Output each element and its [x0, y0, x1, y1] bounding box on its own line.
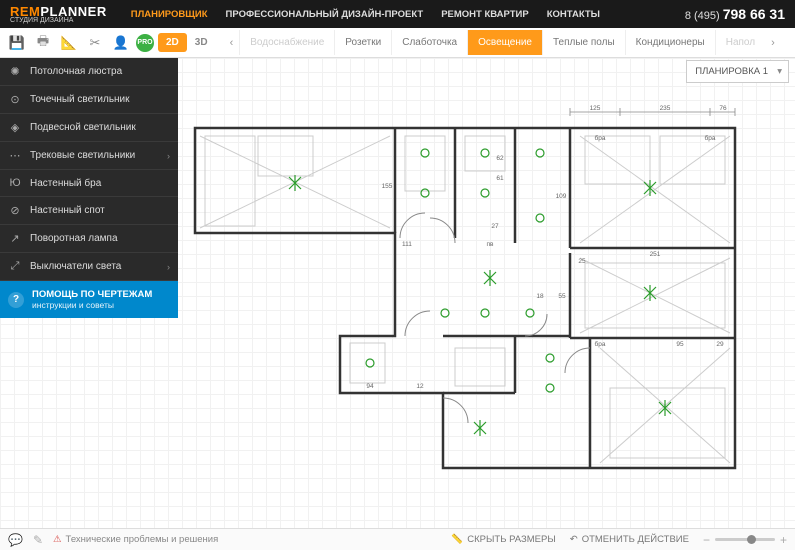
phone-number[interactable]: 8 (495)798 66 31	[685, 6, 785, 22]
view-2d-button[interactable]: 2D	[158, 33, 187, 52]
svg-text:95: 95	[676, 341, 684, 348]
svg-text:61: 61	[496, 175, 504, 182]
view-3d-button[interactable]: 3D	[187, 33, 216, 52]
layer-tabs: ‹ Водоснабжение Розетки Слаботочка Освещ…	[224, 30, 789, 55]
tool-track-lights[interactable]: ⋯ Трековые светильники ›	[0, 142, 178, 170]
zoom-out-icon[interactable]: −	[703, 533, 710, 547]
svg-text:55: 55	[558, 293, 566, 300]
zoom-control: − +	[703, 533, 787, 547]
chat-icon[interactable]: 💬	[8, 533, 23, 547]
svg-text:94: 94	[366, 383, 374, 390]
svg-text:бра: бра	[595, 134, 606, 142]
nav-planner[interactable]: ПЛАНИРОВЩИК	[131, 9, 208, 20]
switch-icon: ⤢	[8, 260, 22, 273]
help-title: ПОМОЩЬ ПО ЧЕРТЕЖАМ	[32, 289, 152, 300]
tool-sidebar: ✺Потолочная люстра ⊙Точечный светильник …	[0, 58, 178, 318]
svg-text:пв: пв	[487, 241, 495, 248]
tool-label: Выключатели света	[30, 261, 121, 272]
toolbar: 💾 🖶 📐 ✂ 👤 PRO 2D 3D ‹ Водоснабжение Розе…	[0, 28, 795, 58]
svg-text:27: 27	[491, 223, 499, 230]
pendant-icon: ◈	[8, 121, 22, 134]
layer-tab-lowcurrent[interactable]: Слаботочка	[391, 30, 467, 55]
svg-text:25: 25	[578, 258, 586, 265]
tool-pendant[interactable]: ◈ Подвесной светильник	[0, 114, 178, 142]
ceiling-lamp-icon: ✺	[8, 65, 22, 78]
pro-badge[interactable]: PRO	[136, 34, 154, 52]
tool-label: Настенный спот	[30, 205, 105, 216]
svg-text:бра: бра	[705, 134, 716, 142]
layer-tab-lighting[interactable]: Освещение	[467, 30, 542, 55]
layer-prev-icon[interactable]: ‹	[224, 37, 240, 49]
spot-light-icon: ⊙	[8, 93, 22, 106]
tool-label: Подвесной светильник	[30, 122, 136, 133]
view-toggle: 2D 3D	[158, 33, 216, 52]
hide-sizes-button[interactable]: 📏СКРЫТЬ РАЗМЕРЫ	[451, 534, 555, 545]
status-bar: 💬 ✎ ⚠Технические проблемы и решения 📏СКР…	[0, 528, 795, 550]
tool-rotating-lamp[interactable]: ↗ Поворотная лампа	[0, 225, 178, 253]
svg-text:бра: бра	[595, 340, 606, 348]
zoom-thumb[interactable]	[747, 535, 756, 544]
svg-text:251: 251	[650, 251, 661, 258]
rotating-icon: ↗	[8, 232, 22, 245]
tools-icon[interactable]: ✂	[84, 32, 106, 54]
zoom-in-icon[interactable]: +	[780, 533, 787, 547]
layer-tab-ac[interactable]: Кондиционеры	[625, 30, 715, 55]
tool-wall-spot[interactable]: ⊘ Настенный спот	[0, 197, 178, 225]
nav-repair[interactable]: РЕМОНТ КВАРТИР	[441, 9, 529, 20]
undo-icon: ↶	[570, 534, 578, 545]
svg-text:235: 235	[660, 105, 671, 112]
tool-wall-sconce[interactable]: Ю Настенный бра	[0, 170, 178, 197]
svg-text:62: 62	[496, 155, 504, 162]
chevron-right-icon: ›	[167, 262, 170, 272]
chevron-right-icon: ›	[167, 151, 170, 161]
tool-spot-light[interactable]: ⊙ Точечный светильник	[0, 86, 178, 114]
ruler-icon: 📏	[451, 534, 463, 545]
feedback-icon[interactable]: ✎	[33, 533, 43, 547]
help-icon: ?	[8, 292, 24, 308]
svg-text:155: 155	[382, 183, 393, 190]
save-icon[interactable]: 💾	[6, 32, 28, 54]
layer-tab-water[interactable]: Водоснабжение	[239, 30, 334, 55]
tool-label: Настенный бра	[30, 178, 101, 189]
logo[interactable]: REMPLANNER СТУДИЯ ДИЗАЙНА	[10, 4, 107, 24]
zoom-slider[interactable]	[715, 538, 775, 541]
floor-plan[interactable]: 125 235 76 155 62 61 109 251 111 27 25 1…	[190, 98, 750, 478]
svg-text:29: 29	[716, 341, 724, 348]
svg-text:125: 125	[590, 105, 601, 112]
layer-next-icon[interactable]: ›	[765, 37, 781, 49]
svg-text:109: 109	[556, 193, 567, 200]
nav-design[interactable]: ПРОФЕССИОНАЛЬНЫЙ ДИЗАЙН-ПРОЕКТ	[226, 9, 424, 20]
app-header: REMPLANNER СТУДИЯ ДИЗАЙНА ПЛАНИРОВЩИК ПР…	[0, 0, 795, 28]
tool-label: Точечный светильник	[30, 94, 130, 105]
user-icon[interactable]: 👤	[110, 32, 132, 54]
layer-tab-heating[interactable]: Теплые полы	[542, 30, 625, 55]
sconce-icon: Ю	[8, 177, 22, 189]
warning-icon: ⚠	[53, 534, 62, 545]
svg-text:18: 18	[536, 293, 544, 300]
svg-text:76: 76	[719, 105, 727, 112]
layout-selector[interactable]: ПЛАНИРОВКА 1	[686, 60, 789, 83]
print-icon[interactable]: 🖶	[32, 32, 54, 54]
svg-text:12: 12	[416, 383, 424, 390]
ruler-icon[interactable]: 📐	[58, 32, 80, 54]
undo-button[interactable]: ↶ОТМЕНИТЬ ДЕЙСТВИЕ	[570, 534, 689, 545]
wall-spot-icon: ⊘	[8, 204, 22, 217]
tool-label: Трековые светильники	[30, 150, 135, 161]
tool-ceiling-lamp[interactable]: ✺ Потолочная люстра	[0, 58, 178, 86]
layer-tab-floor[interactable]: Напол	[715, 30, 765, 55]
svg-text:111: 111	[402, 241, 412, 248]
issues-link[interactable]: ⚠Технические проблемы и решения	[53, 534, 218, 545]
layer-tab-sockets[interactable]: Розетки	[334, 30, 391, 55]
track-icon: ⋯	[8, 149, 22, 162]
tool-label: Поворотная лампа	[30, 233, 118, 244]
tool-switches[interactable]: ⤢ Выключатели света ›	[0, 253, 178, 281]
help-subtitle: инструкции и советы	[32, 300, 152, 310]
main-nav: ПЛАНИРОВЩИК ПРОФЕССИОНАЛЬНЫЙ ДИЗАЙН-ПРОЕ…	[131, 9, 600, 20]
help-panel[interactable]: ? ПОМОЩЬ ПО ЧЕРТЕЖАМ инструкции и советы	[0, 281, 178, 318]
nav-contacts[interactable]: КОНТАКТЫ	[547, 9, 600, 20]
tool-label: Потолочная люстра	[30, 66, 122, 77]
